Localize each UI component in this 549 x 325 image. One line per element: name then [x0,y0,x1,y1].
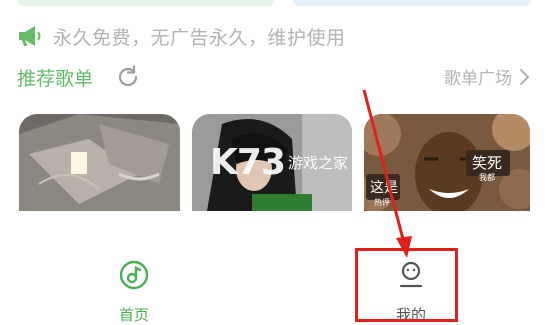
annotation-highlight-box [355,248,458,322]
bottom-tab-bar: 首页 我的 [0,222,549,324]
chevron-right-icon [520,68,530,85]
cover-text-3: 这是 [370,179,398,196]
playlist-square-label: 歌单广场 [444,69,512,89]
megaphone-icon [19,26,41,46]
playlist-card-3[interactable]: 笑死 我都 这是 热评 [364,114,530,211]
watermark-site: 游戏之家 [288,154,349,172]
playlist-card-1[interactable] [19,114,180,211]
playlist-cover-image-1 [19,114,180,211]
tab-home[interactable]: 首页 [74,222,194,324]
watermark: K73 游戏之家 [210,142,348,183]
music-disc-icon [119,260,149,290]
section-title: 推荐歌单 [17,68,94,90]
watermark-brand: K73 [210,142,286,183]
tab-home-label: 首页 [118,306,149,324]
notice-text: 永久免费，无广告永久，维护使用 [53,26,346,49]
cover-text-4: 热评 [374,197,390,207]
playlist-cover-image-3: 笑死 我都 这是 热评 [364,114,530,211]
playlist-square-link[interactable]: 歌单广场 [444,64,530,89]
refresh-icon[interactable] [115,64,141,90]
cover-text-2: 我都 [479,172,495,182]
cover-text-1: 笑死 [472,154,502,172]
top-banner-card-left[interactable] [17,0,275,6]
notice-bar: 永久免费，无广告永久，维护使用 [17,22,346,50]
top-banner-card-right[interactable] [293,0,531,6]
